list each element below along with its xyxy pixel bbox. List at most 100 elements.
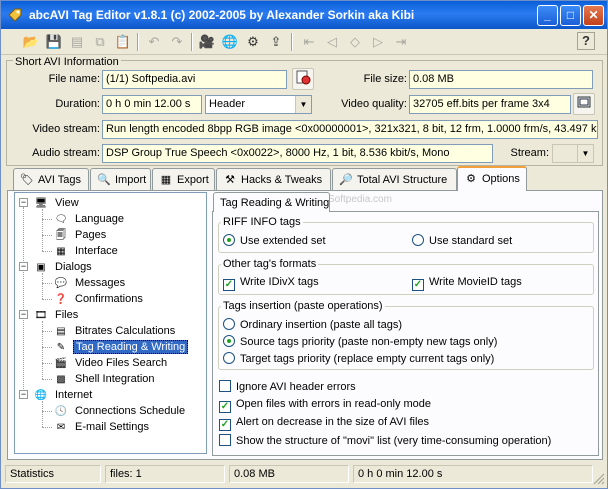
tab-options[interactable]: ⚙ Options [457, 166, 527, 191]
video-quality-label: Video quality: [341, 98, 407, 110]
tab-avi-tags[interactable]: 🏷 AVI Tags [13, 168, 89, 190]
tree-item-files[interactable]: 🎞 Files [33, 307, 80, 323]
target-priority-radio[interactable]: Target tags priority (replace empty curr… [223, 352, 494, 366]
tree-item-video-files-search[interactable]: 🎬 Video Files Search [53, 355, 169, 371]
close-button[interactable]: ✕ [583, 5, 604, 26]
file-name-field[interactable]: (1/1) Softpedia.avi [102, 70, 287, 89]
video-search-icon: 🎬 [54, 358, 68, 370]
checkmark-icon: ✓ [219, 419, 231, 431]
save-icon[interactable]: 💾 [44, 32, 64, 52]
ordinary-insertion-radio[interactable]: Ordinary insertion (paste all tags) [223, 318, 402, 332]
video-camera-icon[interactable]: 🎥 [197, 32, 217, 52]
options-tree[interactable]: − 🖥 View 🗨 Language 🗐 Pages ▦ Interface − ▣ D… [14, 192, 207, 454]
title-bar[interactable]: abcAVI Tag Editor v1.8.1 (c) 2002-2005 b… [1, 1, 607, 29]
current-file-icon[interactable]: ◇ [345, 32, 365, 52]
tree-line [42, 235, 52, 236]
tree-line [42, 209, 43, 251]
write-idivx-checkbox[interactable]: ✓ Write IDivX tags [223, 276, 319, 291]
web-globe-icon[interactable]: 🌐 [220, 32, 240, 52]
tree-item-view[interactable]: 🖥 View [33, 195, 81, 211]
duration-label: Duration: [55, 98, 100, 110]
maximize-button[interactable]: □ [560, 5, 581, 26]
open-readonly-checkbox[interactable]: ✓ Open files with errors in read-only mod… [219, 398, 431, 413]
tree-item-connections-schedule[interactable]: 🕓 Connections Schedule [53, 403, 187, 419]
file-properties-icon[interactable] [292, 68, 314, 90]
riff-extended-radio[interactable]: Use extended set [223, 234, 326, 248]
tree-item-language[interactable]: 🗨 Language [53, 211, 126, 227]
tree-item-tag-reading-writing[interactable]: ✎ Tag Reading & Writing [53, 339, 189, 355]
tree-item-pages[interactable]: 🗐 Pages [53, 227, 108, 243]
previous-file-icon[interactable]: ◁ [322, 32, 342, 52]
source-priority-radio[interactable]: Source tags priority (paste non-empty ne… [223, 335, 497, 349]
help-icon[interactable]: ? [577, 32, 595, 50]
chevron-down-icon: ▼ [295, 96, 311, 113]
film-icon: 🎞 [34, 310, 48, 322]
minimize-button[interactable]: _ [537, 5, 558, 26]
next-file-icon[interactable]: ▷ [368, 32, 388, 52]
duration-mode-select[interactable]: Header ▼ [205, 95, 312, 114]
stream-select[interactable]: ▼ [552, 144, 594, 163]
first-file-icon[interactable]: ⇤ [299, 32, 319, 52]
resize-grip-icon[interactable] [593, 473, 605, 485]
window-title: abcAVI Tag Editor v1.8.1 (c) 2002-2005 b… [29, 8, 415, 22]
collapse-internet-icon[interactable]: − [19, 390, 28, 399]
copy-icon[interactable]: ⧉ [90, 32, 110, 52]
save-all-icon[interactable]: ▤ [67, 32, 87, 52]
tab-label: Options [482, 173, 520, 185]
dialog-window-icon: ▣ [36, 262, 46, 274]
alert-decrease-checkbox[interactable]: ✓ Alert on decrease in the size of AVI fi… [219, 416, 429, 431]
stream-label: Stream: [510, 147, 549, 159]
write-movieid-checkbox[interactable]: ✓ Write MovieID tags [412, 276, 522, 291]
monitor-icon: 🖥 [34, 198, 48, 210]
riff-standard-radio[interactable]: Use standard set [412, 234, 512, 248]
toolbar-separator [291, 33, 293, 51]
tree-line [42, 251, 52, 252]
undo-icon[interactable]: ↶ [144, 32, 164, 52]
paste-icon[interactable]: 📋 [113, 32, 133, 52]
calculator-icon: ▤ [56, 326, 66, 338]
last-file-icon[interactable]: ⇥ [391, 32, 411, 52]
tree-item-confirmations[interactable]: ❓ Confirmations [53, 291, 145, 307]
app-window: abcAVI Tag Editor v1.8.1 (c) 2002-2005 b… [0, 0, 608, 489]
tree-line [42, 427, 52, 428]
email-icon: ✉ [56, 422, 66, 434]
redo-icon[interactable]: ↷ [167, 32, 187, 52]
ignore-header-errors-checkbox[interactable]: Ignore AVI header errors [219, 380, 356, 394]
collapse-files-icon[interactable]: − [19, 310, 28, 319]
collapse-dialogs-icon[interactable]: − [19, 262, 28, 271]
collapse-view-icon[interactable]: − [19, 198, 28, 207]
status-total-size: 0.08 MB [229, 465, 349, 483]
tree-item-bitrates[interactable]: ▤ Bitrates Calculations [53, 323, 177, 339]
export-grid-icon: ▦ [160, 174, 172, 186]
video-stream-field[interactable]: Run length encoded 8bpp RGB image <0x000… [102, 120, 598, 139]
tree-item-internet[interactable]: 🌐 Internet [33, 387, 94, 403]
tree-item-messages[interactable]: 💬 Messages [53, 275, 127, 291]
open-icon[interactable]: 📂 [21, 32, 41, 52]
tree-line [42, 411, 52, 412]
file-size-field[interactable]: 0.08 MB [409, 70, 593, 89]
tags-insertion-legend: Tags insertion (paste operations) [221, 300, 385, 312]
show-movi-structure-checkbox[interactable]: Show the structure of "movi" list (very … [219, 434, 551, 448]
video-quality-details-icon[interactable] [573, 93, 595, 115]
video-quality-field[interactable]: 32705 eff.bits per frame 3x4 [409, 95, 571, 114]
tab-export[interactable]: ▦ Export [152, 168, 215, 190]
checkmark-icon: ✓ [412, 279, 424, 291]
tab-tag-reading-writing[interactable]: Tag Reading & Writing [213, 192, 330, 212]
duration-field[interactable]: 0 h 0 min 12.00 s [102, 95, 202, 114]
settings-gear-icon[interactable]: ⚙ [243, 32, 263, 52]
tree-line [42, 273, 43, 299]
short-info-legend: Short AVI Information [13, 56, 121, 68]
tab-label: AVI Tags [38, 174, 82, 186]
tree-line [42, 363, 52, 364]
tab-import[interactable]: 🔍 Import [90, 168, 151, 190]
tree-item-interface[interactable]: ▦ Interface [53, 243, 120, 259]
tree-item-dialogs[interactable]: ▣ Dialogs [33, 259, 94, 275]
tab-total-avi-structure[interactable]: 🔎 Total AVI Structure [332, 168, 457, 190]
export-icon[interactable]: ⇪ [266, 32, 286, 52]
audio-stream-field[interactable]: DSP Group True Speech <0x0022>, 8000 Hz,… [102, 144, 493, 163]
tab-hacks-tweaks[interactable]: ⚒ Hacks & Tweaks [216, 168, 331, 190]
tree-item-email-settings[interactable]: ✉ E-mail Settings [53, 419, 151, 435]
clock-icon: 🕓 [54, 406, 68, 418]
tree-item-shell-integration[interactable]: ▩ Shell Integration [53, 371, 157, 387]
radio-empty-icon [223, 352, 235, 364]
